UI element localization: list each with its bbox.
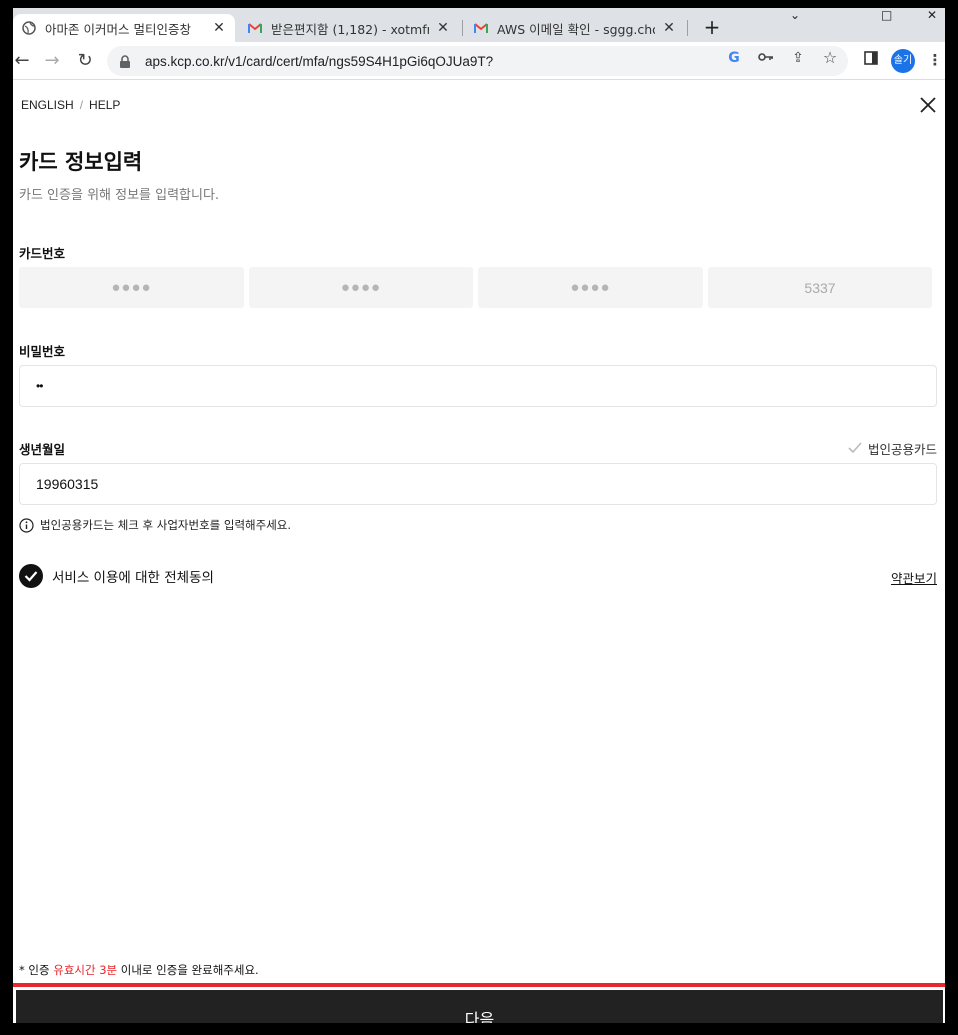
tab-separator: [462, 20, 463, 36]
maximize-icon[interactable]: □: [881, 8, 892, 22]
link-separator: /: [79, 98, 84, 112]
card-number-field-1[interactable]: ●●●●: [19, 267, 244, 308]
tab-title: 받은편지함 (1,182) - xotmfrlo: [271, 21, 429, 37]
password-label: 비밀번호: [19, 344, 66, 359]
footnote-prefix: * 인증: [19, 963, 54, 977]
browser-toolbar: ← → ↻ aps.kcp.co.kr/v1/card/cert/mfa/ngs…: [13, 42, 945, 80]
tab-strip: 아마존 이커머스 멀티인증창 ✕ 받은편지함 (1,182) - xotmfrl…: [13, 8, 945, 42]
browser-window: 아마존 이커머스 멀티인증창 ✕ 받은편지함 (1,182) - xotmfrl…: [13, 8, 945, 1023]
footnote-suffix: 이내로 인증을 완료해주세요.: [117, 963, 259, 977]
notice-text: 법인공용카드는 체크 후 사업자번호를 입력해주세요.: [40, 518, 292, 532]
tab-multi-auth[interactable]: 아마존 이커머스 멀티인증창 ✕: [13, 14, 235, 42]
masked-digits: ●●●●: [111, 279, 152, 296]
masked-digits: ●●●●: [340, 279, 382, 296]
close-icon[interactable]: [919, 96, 937, 114]
gmail-icon: [247, 20, 263, 36]
check-icon: [848, 441, 862, 456]
birthdate-field[interactable]: 19960315: [19, 463, 937, 505]
reload-icon[interactable]: ↻: [74, 50, 96, 72]
birthdate-label: 생년월일: [19, 442, 66, 457]
url-text: aps.kcp.co.kr/v1/card/cert/mfa/ngs59S4H1…: [145, 53, 494, 69]
back-icon[interactable]: ←: [13, 50, 33, 72]
corporate-card-checkbox[interactable]: 법인공용카드: [848, 439, 937, 458]
profile-avatar[interactable]: 솔기: [891, 49, 915, 73]
accent-divider: [13, 983, 945, 987]
tab-title: AWS 이메일 확인 - sggg.choi: [497, 21, 655, 37]
tab-close-icon[interactable]: ✕: [661, 20, 677, 36]
card-last-digits: 5337: [804, 279, 836, 296]
card-number-field-3[interactable]: ●●●●: [478, 267, 703, 308]
bookmark-star-icon[interactable]: ☆: [821, 49, 839, 67]
info-icon: [19, 517, 34, 533]
side-panel-icon[interactable]: [861, 50, 881, 70]
google-translate-icon[interactable]: G: [725, 49, 743, 67]
corporate-card-notice: 법인공용카드는 체크 후 사업자번호를 입력해주세요.: [19, 517, 291, 533]
share-icon[interactable]: ⇪: [789, 49, 807, 67]
card-number-label: 카드번호: [19, 246, 66, 261]
tab-separator: [687, 20, 688, 36]
checked-circle-icon: [19, 564, 43, 588]
corporate-card-label: 법인공용카드: [867, 442, 937, 457]
globe-icon: [21, 20, 37, 36]
page-title: 카드 정보입력: [19, 150, 143, 174]
view-terms-link[interactable]: 약관보기: [891, 568, 937, 587]
minimize-icon[interactable]: ⌄: [790, 8, 800, 22]
tab-gmail-inbox[interactable]: 받은편지함 (1,182) - xotmfrlo ✕: [239, 14, 459, 42]
password-value: ••: [36, 379, 43, 393]
validity-footnote: * 인증 유효시간 3분 이내로 인증을 완료해주세요.: [19, 962, 259, 978]
forward-icon[interactable]: →: [41, 50, 63, 72]
tab-aws-email[interactable]: AWS 이메일 확인 - sggg.choi ✕: [465, 14, 685, 42]
top-links: ENGLISH / HELP: [21, 98, 120, 112]
password-field[interactable]: ••: [19, 365, 937, 407]
agree-all-label: 서비스 이용에 대한 전체동의: [52, 570, 214, 586]
validity-time: 유효시간 3분: [53, 963, 118, 977]
help-link[interactable]: HELP: [89, 98, 120, 112]
page-content: ENGLISH / HELP 카드 정보입력 카드 인증을 위해 정보를 입력합니다…: [13, 80, 945, 1023]
lock-icon: [119, 54, 133, 68]
menu-kebab-icon[interactable]: ⋮: [925, 50, 945, 70]
next-button[interactable]: 다음: [15, 989, 944, 1023]
gmail-icon: [473, 20, 489, 36]
english-link[interactable]: ENGLISH: [21, 98, 74, 112]
tab-title: 아마존 이커머스 멀티인증창: [45, 21, 191, 37]
new-tab-button[interactable]: +: [701, 16, 723, 38]
tab-close-icon[interactable]: ✕: [435, 20, 451, 36]
page-subtitle: 카드 인증을 위해 정보를 입력합니다.: [19, 188, 220, 203]
birthdate-value: 19960315: [36, 476, 99, 492]
card-number-field-2[interactable]: ●●●●: [249, 267, 473, 308]
masked-digits: ●●●●: [570, 279, 611, 296]
agree-all-checkbox[interactable]: 서비스 이용에 대한 전체동의: [19, 564, 214, 588]
card-number-field-4[interactable]: 5337: [708, 267, 932, 308]
tab-close-icon[interactable]: ✕: [211, 20, 227, 36]
key-icon[interactable]: [757, 49, 775, 67]
window-close-icon[interactable]: ✕: [927, 8, 937, 22]
